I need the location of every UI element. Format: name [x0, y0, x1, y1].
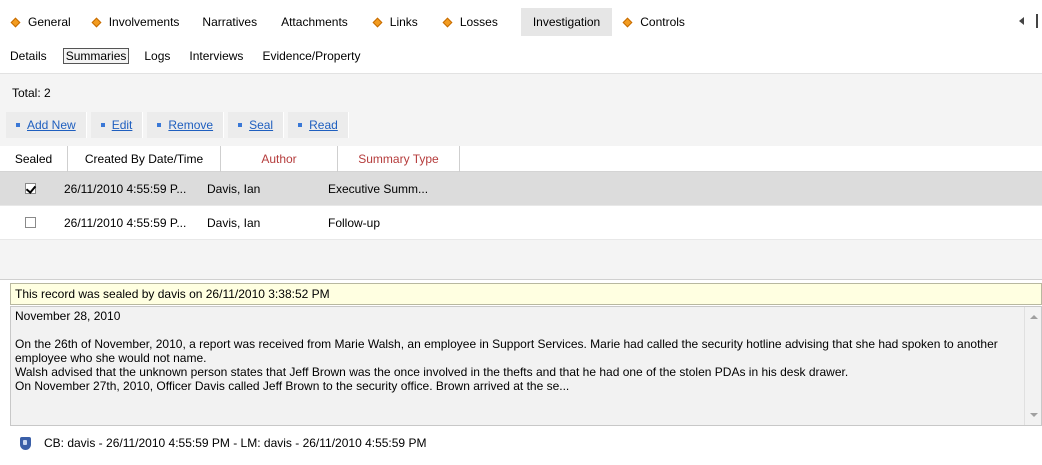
diamond-icon: [622, 17, 633, 27]
scroll-right-icon[interactable]: [1036, 14, 1038, 28]
edit-button[interactable]: Edit: [90, 112, 144, 138]
subtab-evidence-property[interactable]: Evidence/Property: [262, 49, 360, 63]
grid-header: Sealed Created By Date/Time Author Summa…: [0, 146, 1042, 172]
tab-label: Losses: [459, 15, 498, 29]
tab-label: Investigation: [532, 15, 601, 29]
record-footer: CB: davis - 26/11/2010 4:55:59 PM - LM: …: [20, 434, 426, 452]
type-cell: Follow-up: [328, 215, 381, 230]
table-row[interactable]: 26/11/2010 4:55:59 P... Davis, Ian Execu…: [0, 172, 1042, 206]
scroll-down-icon[interactable]: [1030, 413, 1038, 417]
bullet-icon: [157, 123, 162, 127]
diamond-icon: [442, 17, 453, 27]
audit-info: CB: davis - 26/11/2010 4:55:59 PM - LM: …: [44, 436, 427, 450]
sub-tab-bar: Details Summaries Logs Interviews Eviden…: [0, 38, 1042, 74]
vertical-scrollbar[interactable]: [1024, 307, 1041, 425]
sealed-checkbox[interactable]: [25, 183, 36, 194]
scroll-up-icon[interactable]: [1030, 315, 1038, 319]
created-cell: 26/11/2010 4:55:59 P...: [64, 181, 187, 196]
summary-text-area[interactable]: November 28, 2010 On the 26th of Novembe…: [10, 306, 1042, 426]
created-cell: 26/11/2010 4:55:59 P...: [64, 215, 187, 230]
tab-narratives[interactable]: Narratives: [188, 8, 266, 36]
tab-label: Controls: [640, 15, 685, 29]
summary-paragraph: Walsh advised that the unknown person st…: [15, 365, 849, 379]
subtab-details[interactable]: Details: [10, 49, 47, 63]
tab-attachments[interactable]: Attachments: [266, 8, 357, 36]
type-cell: Executive Summ...: [328, 181, 429, 196]
action-label: Edit: [111, 118, 133, 132]
grid-empty-area: [0, 240, 1042, 280]
tab-general[interactable]: General: [0, 8, 80, 36]
tab-label: Involvements: [108, 15, 180, 29]
bullet-icon: [100, 123, 105, 127]
summary-date: November 28, 2010: [15, 309, 121, 323]
action-label: Read: [309, 118, 338, 132]
column-header-created[interactable]: Created By Date/Time: [68, 146, 221, 172]
column-header-summary-type[interactable]: Summary Type: [338, 146, 460, 172]
column-header-author[interactable]: Author: [221, 146, 338, 172]
tab-label: Links: [389, 15, 418, 29]
action-label: Add New: [27, 118, 76, 132]
bullet-icon: [238, 123, 243, 127]
subtab-interviews[interactable]: Interviews: [189, 49, 243, 63]
read-button[interactable]: Read: [288, 112, 349, 138]
action-bar: Add New Edit Remove Seal Read: [6, 112, 353, 138]
action-label: Seal: [249, 118, 274, 132]
sealed-checkbox[interactable]: [25, 217, 36, 228]
action-label: Remove: [168, 118, 214, 132]
add-new-button[interactable]: Add New: [6, 112, 87, 138]
author-cell: Davis, Ian: [207, 181, 261, 196]
summary-paragraph: On the 26th of November, 2010, a report …: [15, 337, 998, 365]
tab-investigation[interactable]: Investigation: [520, 8, 613, 36]
bullet-icon: [298, 123, 303, 127]
subtab-logs[interactable]: Logs: [144, 49, 170, 63]
total-count: Total: 2: [12, 86, 51, 100]
summary-paragraph: On November 27th, 2010, Officer Davis ca…: [15, 379, 570, 393]
seal-button[interactable]: Seal: [228, 112, 285, 138]
tab-label: Attachments: [281, 15, 348, 29]
main-tab-bar: General Involvements Narratives Attachme…: [0, 8, 1042, 36]
diamond-icon: [10, 17, 21, 27]
diamond-icon: [91, 17, 102, 27]
remove-button[interactable]: Remove: [147, 112, 225, 138]
column-header-sealed[interactable]: Sealed: [0, 146, 68, 172]
subtab-summaries[interactable]: Summaries: [62, 47, 130, 64]
tab-controls[interactable]: Controls: [612, 8, 694, 36]
shield-icon: [20, 436, 31, 450]
diamond-icon: [372, 17, 383, 27]
toolbar-area: Total: 2 Add New Edit Remove Seal Read: [0, 74, 1042, 146]
scroll-left-icon[interactable]: [1019, 17, 1024, 25]
sealed-notice: This record was sealed by davis on 26/11…: [10, 283, 1042, 305]
bullet-icon: [16, 123, 20, 127]
table-row[interactable]: 26/11/2010 4:55:59 P... Davis, Ian Follo…: [0, 206, 1042, 240]
author-cell: Davis, Ian: [207, 215, 261, 230]
tab-label: General: [28, 15, 71, 29]
tab-losses[interactable]: Losses: [427, 8, 507, 36]
tab-links[interactable]: Links: [357, 8, 427, 36]
tab-involvements[interactable]: Involvements: [80, 8, 189, 36]
tab-label: Narratives: [202, 15, 258, 29]
